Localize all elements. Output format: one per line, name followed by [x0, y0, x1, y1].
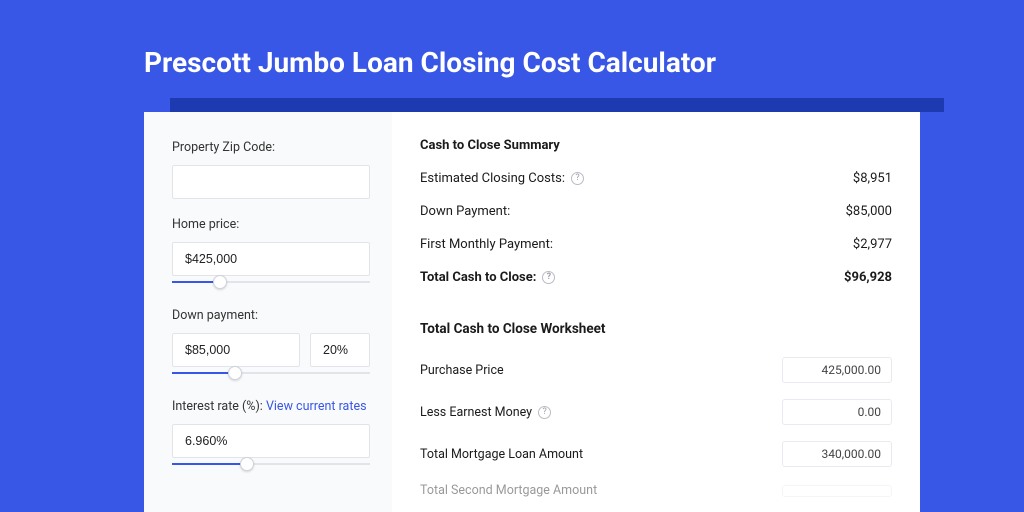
- summary-title: Cash to Close Summary: [420, 138, 892, 153]
- summary-value: $96,928: [844, 270, 892, 285]
- interest-rate-input[interactable]: [172, 424, 370, 458]
- slider-fill: [172, 463, 247, 465]
- slider-thumb[interactable]: [240, 457, 254, 471]
- worksheet-value[interactable]: 340,000.00: [782, 441, 892, 467]
- summary-value: $2,977: [853, 237, 892, 252]
- home-price-label: Home price:: [172, 217, 370, 232]
- home-price-field: Home price:: [172, 217, 370, 290]
- down-payment-pct-input[interactable]: [310, 333, 370, 367]
- help-icon[interactable]: ?: [542, 271, 555, 284]
- summary-row-total: Total Cash to Close: ? $96,928: [420, 270, 892, 285]
- help-icon[interactable]: ?: [571, 172, 584, 185]
- zip-label: Property Zip Code:: [172, 140, 370, 155]
- slider-fill: [172, 372, 235, 374]
- zip-input[interactable]: [172, 165, 370, 199]
- divider: [420, 303, 892, 313]
- interest-rate-field: Interest rate (%): View current rates: [172, 399, 370, 472]
- worksheet-value[interactable]: 425,000.00: [782, 357, 892, 383]
- summary-row-closing-costs: Estimated Closing Costs: ? $8,951: [420, 171, 892, 186]
- down-payment-field: Down payment:: [172, 308, 370, 381]
- home-price-slider[interactable]: [172, 274, 370, 290]
- down-payment-label: Down payment:: [172, 308, 370, 323]
- worksheet-row-second-mortgage: Total Second Mortgage Amount: [420, 483, 892, 498]
- zip-field: Property Zip Code:: [172, 140, 370, 199]
- worksheet-label: Total Mortgage Loan Amount: [420, 447, 583, 462]
- interest-label-text: Interest rate (%):: [172, 399, 266, 414]
- worksheet-value[interactable]: [782, 485, 892, 497]
- summary-value: $85,000: [846, 204, 892, 219]
- summary-label: First Monthly Payment:: [420, 237, 553, 252]
- summary-label: Estimated Closing Costs:: [420, 171, 565, 186]
- worksheet-value[interactable]: 0.00: [782, 399, 892, 425]
- down-payment-input[interactable]: [172, 333, 300, 367]
- home-price-input[interactable]: [172, 242, 370, 276]
- help-icon[interactable]: ?: [538, 406, 551, 419]
- interest-rate-label: Interest rate (%): View current rates: [172, 399, 370, 414]
- worksheet-row-earnest-money: Less Earnest Money ? 0.00: [420, 399, 892, 425]
- summary-label: Total Cash to Close:: [420, 270, 536, 285]
- summary-value: $8,951: [853, 171, 892, 186]
- worksheet-row-purchase-price: Purchase Price 425,000.00: [420, 357, 892, 383]
- card-shadow: [170, 98, 944, 112]
- summary-label: Down Payment:: [420, 204, 510, 219]
- summary-row-down-payment: Down Payment: $85,000: [420, 204, 892, 219]
- worksheet-row-mortgage-amount: Total Mortgage Loan Amount 340,000.00: [420, 441, 892, 467]
- down-payment-slider[interactable]: [172, 365, 370, 381]
- calculator-card: Property Zip Code: Home price: Down paym…: [144, 112, 920, 512]
- slider-thumb[interactable]: [213, 275, 227, 289]
- summary-panel: Cash to Close Summary Estimated Closing …: [392, 112, 920, 512]
- view-rates-link[interactable]: View current rates: [266, 399, 367, 414]
- page-title: Prescott Jumbo Loan Closing Cost Calcula…: [144, 46, 716, 79]
- worksheet-label: Less Earnest Money: [420, 405, 532, 420]
- worksheet-label: Purchase Price: [420, 363, 504, 378]
- slider-thumb[interactable]: [228, 366, 242, 380]
- worksheet-label: Total Second Mortgage Amount: [420, 483, 597, 498]
- worksheet-title: Total Cash to Close Worksheet: [420, 321, 892, 337]
- interest-rate-slider[interactable]: [172, 456, 370, 472]
- inputs-panel: Property Zip Code: Home price: Down paym…: [144, 112, 392, 512]
- summary-row-first-payment: First Monthly Payment: $2,977: [420, 237, 892, 252]
